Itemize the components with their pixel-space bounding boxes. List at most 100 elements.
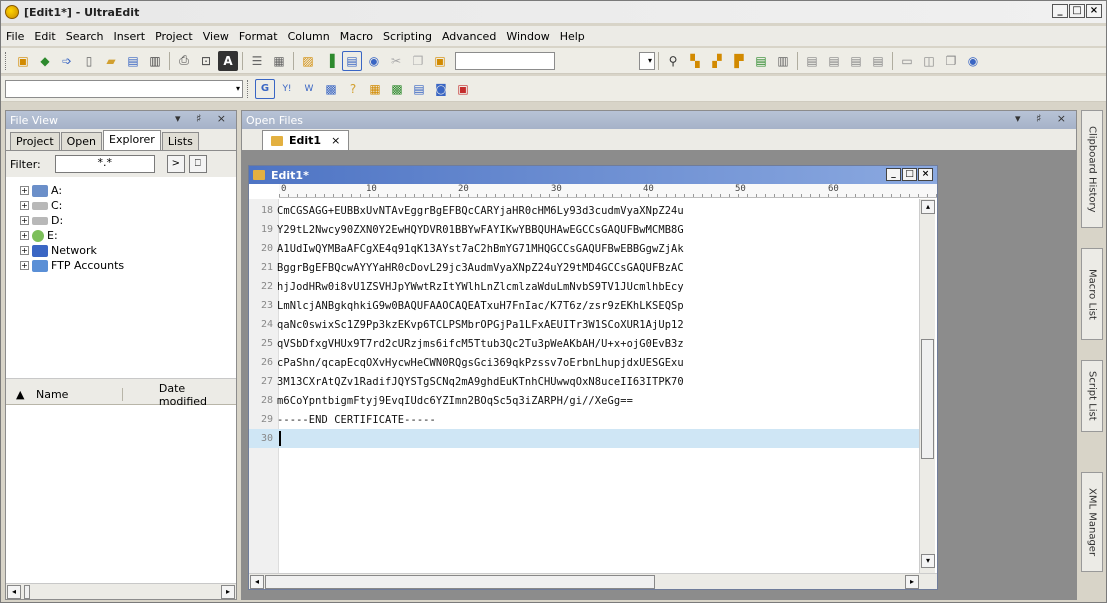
tab-script-list[interactable]: Script List: [1081, 360, 1103, 432]
find-in-files-icon[interactable]: ▚: [685, 51, 705, 71]
find-icon[interactable]: ⚲: [663, 51, 683, 71]
tree-item-c[interactable]: + C:: [20, 198, 236, 213]
font-icon[interactable]: A: [218, 50, 238, 71]
browse-folder-button[interactable]: ⎕: [188, 155, 207, 173]
split-vertical-icon[interactable]: ◫: [919, 51, 939, 71]
tab-xml-manager[interactable]: XML Manager: [1081, 472, 1103, 572]
scroll-left-icon[interactable]: ◂: [250, 575, 264, 589]
column-mode-icon[interactable]: ▦: [269, 51, 289, 71]
editor-line[interactable]: 18 CmCGSAGG+EUBBxUvNTAvEggrBgEFBQcCARYjaH…: [249, 201, 921, 220]
new-project-icon[interactable]: ▣: [13, 51, 33, 71]
bookmark-icon[interactable]: ▐: [320, 51, 340, 71]
minimize-button[interactable]: _: [1052, 4, 1068, 18]
scroll-thumb[interactable]: [265, 575, 655, 589]
filter-apply-button[interactable]: >: [166, 155, 185, 173]
paste-icon[interactable]: ▣: [430, 51, 450, 71]
menu-view[interactable]: View: [198, 30, 234, 43]
compare-icon[interactable]: ▥: [773, 51, 793, 71]
tab-open[interactable]: Open: [60, 132, 103, 150]
menu-help[interactable]: Help: [555, 30, 590, 43]
editor-line[interactable]: 22 hjJodHRw0i8vU1ZSVHJpYWwtRzItYWlhLnZlcm…: [249, 277, 921, 296]
text-editor[interactable]: 18 CmCGSAGG+EUBBxUvNTAvEggrBgEFBQcCARYjaH…: [249, 199, 921, 574]
go-icon[interactable]: G: [255, 78, 275, 99]
news-search-icon[interactable]: ▦: [365, 79, 385, 99]
tab-clipboard-history[interactable]: Clipboard History: [1081, 110, 1103, 228]
tab-close-icon[interactable]: ×: [331, 134, 340, 147]
yahoo-search-icon[interactable]: Y!: [277, 79, 297, 99]
replace-in-files-icon[interactable]: ▛: [729, 51, 749, 71]
tab-lists[interactable]: Lists: [161, 132, 199, 150]
view-toggle-icon[interactable]: ▤: [342, 50, 362, 71]
expand-icon[interactable]: +: [20, 261, 29, 270]
cut-icon[interactable]: ✂: [386, 51, 406, 71]
expand-icon[interactable]: +: [20, 201, 29, 210]
copy-icon[interactable]: ❐: [408, 51, 428, 71]
file-list-hscrollbar[interactable]: ◂ ▸: [6, 583, 236, 599]
tree-item-a[interactable]: + A:: [20, 183, 236, 198]
editor-line[interactable]: 27 3M13CXrAtQZv1RadifJQYSTgSCNq2mA9ghdEuK…: [249, 372, 921, 391]
align-right-icon[interactable]: ▤: [846, 51, 866, 71]
align-center-icon[interactable]: ▤: [824, 51, 844, 71]
new-file-icon[interactable]: ▯: [79, 51, 99, 71]
expand-icon[interactable]: +: [20, 231, 29, 240]
toolbar-grip-2[interactable]: [247, 79, 250, 98]
tree-item-ftp[interactable]: + FTP Accounts: [20, 258, 236, 273]
map-search-icon[interactable]: ▩: [387, 79, 407, 99]
justify-icon[interactable]: ▤: [868, 51, 888, 71]
editor-line[interactable]: 19 Y29tL2Nwcy90ZXN0Y2EwHQYDVR01BBYwFAYIKw…: [249, 220, 921, 239]
scroll-up-icon[interactable]: ▴: [921, 200, 935, 214]
tree-item-e[interactable]: + E:: [20, 228, 236, 243]
web-search-icon[interactable]: W: [299, 79, 319, 99]
scroll-thumb[interactable]: [921, 339, 934, 459]
print-preview-icon[interactable]: ⊡: [196, 51, 216, 71]
align-left-icon[interactable]: ▤: [802, 51, 822, 71]
split-horizontal-icon[interactable]: ▭: [897, 51, 917, 71]
help-search-icon[interactable]: ?: [343, 79, 363, 99]
editor-minimize-button[interactable]: _: [886, 168, 901, 181]
toolbar-dropdown-arrow[interactable]: ▾: [639, 51, 655, 70]
toolbar-combo-2[interactable]: ▾: [5, 79, 243, 98]
editor-line[interactable]: 29 -----END CERTIFICATE-----: [249, 410, 921, 429]
globe-icon[interactable]: ◉: [963, 51, 983, 71]
scroll-right-icon[interactable]: ▸: [221, 585, 235, 599]
menu-macro[interactable]: Macro: [335, 30, 378, 43]
editor-line[interactable]: 24 qaNc0swixSc1Z9Pp3kzEKvp6TCLPSMbrOPGjPa…: [249, 315, 921, 334]
close-button[interactable]: ×: [1086, 4, 1102, 18]
scroll-left-icon[interactable]: ◂: [7, 585, 21, 599]
window-list-icon[interactable]: ❐: [941, 51, 961, 71]
web-icon[interactable]: ◉: [364, 51, 384, 71]
file-view-pane-controls[interactable]: ▾ ♯ ×: [175, 112, 232, 125]
expand-icon[interactable]: +: [20, 246, 29, 255]
menu-column[interactable]: Column: [283, 30, 335, 43]
hex-edit-icon[interactable]: ▨: [298, 51, 318, 71]
expand-icon[interactable]: +: [20, 186, 29, 195]
toolbar-grip[interactable]: [5, 51, 8, 70]
tab-explorer[interactable]: Explorer: [103, 130, 161, 150]
dictionary-icon[interactable]: ▤: [409, 79, 429, 99]
column-date-header[interactable]: Date modified: [123, 382, 236, 408]
image-search-icon[interactable]: ▩: [321, 79, 341, 99]
scroll-right-icon[interactable]: ▸: [905, 575, 919, 589]
menu-search[interactable]: Search: [61, 30, 109, 43]
menu-file[interactable]: File: [1, 30, 29, 43]
back-arrow-icon[interactable]: ◆: [35, 51, 55, 71]
menu-format[interactable]: Format: [234, 30, 283, 43]
menu-advanced[interactable]: Advanced: [437, 30, 501, 43]
open-files-pane-controls[interactable]: ▾ ♯ ×: [1015, 112, 1072, 125]
print-icon[interactable]: ⎙: [174, 51, 194, 71]
menu-project[interactable]: Project: [150, 30, 198, 43]
editor-current-line[interactable]: 30: [249, 429, 921, 448]
editor-hscrollbar[interactable]: ◂ ▸: [249, 573, 937, 589]
filter-input[interactable]: *.*: [54, 155, 155, 173]
editor-line[interactable]: 25 qVSbDfxgVHUx9T7rd2cURzjms6ifcM5Ttub3Qc…: [249, 334, 921, 353]
column-name-header[interactable]: ▲ Name: [6, 388, 123, 401]
editor-vscrollbar[interactable]: ▴ ▾: [919, 199, 935, 574]
open-folder-icon[interactable]: ▰: [101, 51, 121, 71]
tree-item-network[interactable]: + Network: [20, 243, 236, 258]
menu-edit[interactable]: Edit: [29, 30, 60, 43]
maximize-button[interactable]: □: [1069, 4, 1085, 18]
scroll-thumb[interactable]: [24, 585, 30, 599]
wiki-icon[interactable]: ◙: [431, 79, 451, 99]
forward-arrow-icon[interactable]: ➩: [57, 51, 77, 71]
editor-line[interactable]: 23 LmNlcjANBgkqhkiG9w0BAQUFAAOCAQEATxuH7F…: [249, 296, 921, 315]
